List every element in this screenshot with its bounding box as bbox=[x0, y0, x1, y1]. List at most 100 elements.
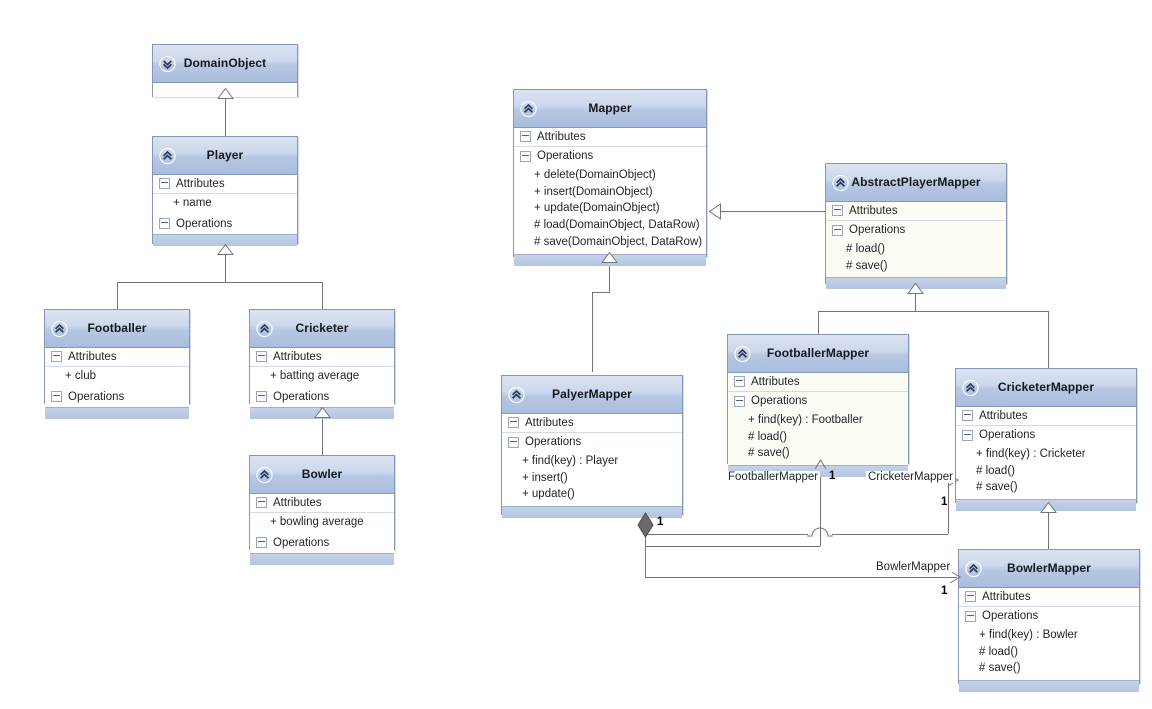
collapse-toggle-icon[interactable] bbox=[962, 410, 973, 421]
collapse-toggle-icon[interactable] bbox=[832, 205, 843, 216]
compartment-operations[interactable]: Operations bbox=[45, 388, 189, 407]
compartment-label: Attributes bbox=[537, 130, 586, 143]
multiplicity-source: 1 bbox=[657, 516, 664, 528]
compartment-attributes[interactable]: Attributes bbox=[956, 407, 1136, 426]
collapse-toggle-icon[interactable] bbox=[965, 591, 976, 602]
compartment-operations[interactable]: Operations bbox=[514, 147, 706, 166]
class-name-footballermapper: FootballerMapper bbox=[766, 345, 870, 360]
class-box-palyermapper[interactable]: PalyerMapper Attributes Operations + fin… bbox=[501, 375, 683, 519]
multiplicity-footballermapper: 1 bbox=[829, 470, 836, 482]
collapse-toggle-icon[interactable] bbox=[520, 150, 531, 162]
member-list-operations: # load() # save() bbox=[826, 240, 1006, 278]
member-item: + bowling average bbox=[270, 516, 364, 528]
compartment-label: Attributes bbox=[849, 204, 898, 217]
compartment-attributes[interactable]: Attributes bbox=[250, 494, 394, 513]
collapse-toggle-icon[interactable] bbox=[508, 436, 519, 448]
class-name-domainobject: DomainObject bbox=[183, 55, 267, 70]
member-item: + find(key) : Bowler bbox=[979, 629, 1078, 641]
member-list-attributes: + club bbox=[45, 367, 189, 388]
collapse-toggle-icon[interactable] bbox=[734, 376, 745, 387]
compartment-attributes[interactable]: Attributes bbox=[45, 348, 189, 367]
generalization-abstractplayermapper-to-mapper bbox=[720, 211, 825, 212]
compartment-attributes[interactable]: Attributes bbox=[514, 128, 706, 147]
compartment-label: Operations bbox=[176, 217, 233, 230]
generalization-bowler-to-cricketer bbox=[322, 417, 323, 455]
collapse-toggle-icon[interactable] bbox=[256, 391, 267, 403]
collapse-toggle-icon[interactable] bbox=[520, 131, 531, 142]
generalization-stem-abstractplayermapper bbox=[915, 293, 916, 311]
chevron-double-up-icon bbox=[256, 320, 273, 337]
collapse-toggle-icon[interactable] bbox=[256, 497, 267, 508]
class-box-footballer[interactable]: Footballer Attributes + club Operations bbox=[44, 309, 190, 419]
compartment-label: Attributes bbox=[751, 375, 800, 388]
class-box-cricketermapper[interactable]: CricketerMapper Attributes Operations + … bbox=[955, 368, 1137, 512]
generalization-drop-footballer bbox=[117, 282, 118, 309]
compartment-attributes[interactable]: Attributes bbox=[826, 202, 1006, 221]
collapse-toggle-icon[interactable] bbox=[256, 351, 267, 362]
compartment-operations[interactable]: Operations bbox=[153, 215, 297, 234]
collapse-toggle-icon[interactable] bbox=[508, 417, 519, 428]
generalization-stem-palyermapper-lower bbox=[592, 292, 593, 372]
class-name-cricketermapper: CricketerMapper bbox=[997, 379, 1095, 394]
member-item: + delete(DomainObject) bbox=[534, 169, 656, 181]
member-item: + find(key) : Player bbox=[522, 455, 619, 467]
composition-riser-cricketermapper bbox=[948, 480, 949, 534]
class-box-bowler[interactable]: Bowler Attributes + bowling average Oper… bbox=[249, 455, 395, 565]
collapse-toggle-icon[interactable] bbox=[962, 429, 973, 441]
member-item: # load() bbox=[979, 645, 1018, 658]
generalization-drop-cricketermapper bbox=[1048, 311, 1049, 368]
class-box-mapper[interactable]: Mapper Attributes Operations + delete(Do… bbox=[513, 89, 707, 266]
compartment-label: Operations bbox=[979, 429, 1036, 441]
compartment-label: Attributes bbox=[982, 590, 1031, 603]
collapse-toggle-icon[interactable] bbox=[51, 391, 62, 403]
compartment-operations[interactable]: Operations bbox=[250, 534, 394, 553]
class-box-abstractplayermapper[interactable]: AbstractPlayerMapper Attributes Operatio… bbox=[825, 163, 1007, 290]
class-name-footballer: Footballer bbox=[87, 320, 147, 335]
class-body-mapper: Attributes Operations + delete(DomainObj… bbox=[514, 128, 706, 254]
compartment-label: Operations bbox=[849, 224, 906, 236]
edge-label-bowlermapper: BowlerMapper bbox=[874, 561, 953, 573]
multiplicity-bowlermapper: 1 bbox=[941, 585, 948, 597]
composition-run-bowlermapper bbox=[645, 577, 957, 578]
chevron-double-up-icon bbox=[159, 147, 176, 164]
member-list-operations: + find(key) : Bowler # load() # save() bbox=[959, 626, 1139, 680]
compartment-label: Operations bbox=[525, 436, 582, 448]
class-body-abstractplayermapper: Attributes Operations # load() # save() bbox=[826, 202, 1006, 278]
collapse-toggle-icon[interactable] bbox=[256, 537, 267, 549]
class-body-player: Attributes + name Operations bbox=[153, 175, 297, 234]
compartment-operations[interactable]: Operations bbox=[826, 221, 1006, 240]
composition-run-cricketermapper bbox=[645, 534, 808, 535]
class-box-bowlermapper[interactable]: BowlerMapper Attributes Operations + fin… bbox=[958, 549, 1140, 693]
member-list-attributes: + batting average bbox=[250, 367, 394, 388]
class-box-cricketer[interactable]: Cricketer Attributes + batting average O… bbox=[249, 309, 395, 419]
compartment-label: Attributes bbox=[176, 177, 225, 190]
class-box-player[interactable]: Player Attributes + name Operations bbox=[152, 136, 298, 246]
member-item: + name bbox=[173, 197, 212, 209]
compartment-operations[interactable]: Operations bbox=[959, 607, 1139, 626]
compartment-operations[interactable]: Operations bbox=[956, 426, 1136, 445]
compartment-attributes[interactable]: Attributes bbox=[728, 373, 908, 392]
compartment-label: Operations bbox=[982, 610, 1039, 622]
generalization-jog-palyermapper bbox=[592, 292, 610, 293]
compartment-operations[interactable]: Operations bbox=[502, 433, 682, 452]
collapse-toggle-icon[interactable] bbox=[734, 395, 745, 407]
member-item: + club bbox=[65, 370, 97, 382]
compartment-attributes[interactable]: Attributes bbox=[959, 588, 1139, 607]
compartment-label: Attributes bbox=[68, 350, 117, 363]
generalization-arrow-mapper-right bbox=[709, 203, 721, 220]
collapse-toggle-icon[interactable] bbox=[965, 610, 976, 622]
class-body-cricketer: Attributes + batting average Operations bbox=[250, 348, 394, 407]
collapse-toggle-icon[interactable] bbox=[51, 351, 62, 362]
generalization-arrow-cricketer bbox=[314, 407, 331, 418]
member-item: # save() bbox=[979, 662, 1021, 675]
class-box-footballermapper[interactable]: FootballerMapper Attributes Operations +… bbox=[727, 334, 909, 478]
compartment-attributes[interactable]: Attributes bbox=[502, 414, 682, 433]
compartment-attributes[interactable]: Attributes bbox=[153, 175, 297, 194]
collapse-toggle-icon[interactable] bbox=[159, 218, 170, 230]
compartment-operations[interactable]: Operations bbox=[250, 388, 394, 407]
collapse-toggle-icon[interactable] bbox=[159, 178, 170, 189]
compartment-operations[interactable]: Operations bbox=[728, 392, 908, 411]
collapse-toggle-icon[interactable] bbox=[832, 224, 843, 236]
compartment-attributes[interactable]: Attributes bbox=[250, 348, 394, 367]
member-item: + insert() bbox=[522, 471, 568, 484]
